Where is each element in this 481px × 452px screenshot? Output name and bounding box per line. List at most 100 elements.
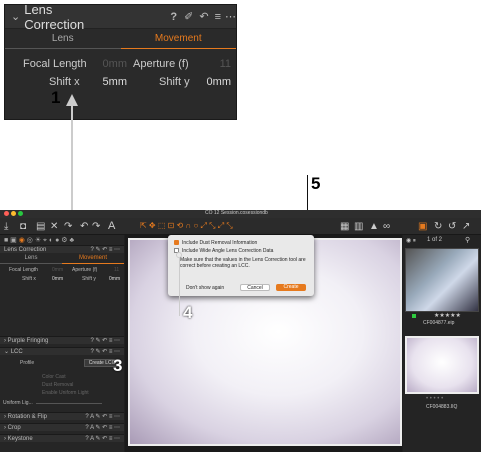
proof-icon[interactable]: ∞ — [383, 221, 390, 232]
zoom-window-icon[interactable] — [18, 211, 23, 216]
panel-title: Lens Correction — [24, 1, 85, 32]
crop-section[interactable]: › Crop? A ✎ ↶ ≡ ⋯ — [0, 423, 124, 431]
uniform-light-slider[interactable] — [36, 403, 102, 404]
cancel-button[interactable]: Cancel — [240, 284, 270, 291]
thumbnail-1-name: CF004877.eip — [423, 320, 455, 326]
lens-correction-section[interactable]: Lens Correction ? ✎ ↶ ≡ ⋯ — [0, 245, 124, 253]
shift-x-value[interactable]: 5mm — [97, 76, 127, 88]
dust-removal-checkbox[interactable]: Dust Removal — [42, 382, 73, 388]
process-icon[interactable]: ▣ — [418, 221, 427, 232]
redo-icon[interactable]: ↷ — [92, 221, 100, 232]
lens-correction-title: Lens Correction — [4, 247, 47, 253]
rotation-flip-section[interactable]: › Rotation & Flip? A ✎ ↶ ≡ ⋯ — [0, 412, 124, 420]
import-icon[interactable]: ⤓ — [4, 221, 8, 232]
chevron-down-icon[interactable]: ⌄ — [11, 10, 20, 23]
thumbnail-2-name: CF004883.IIQ — [426, 404, 458, 410]
wide-angle-option: Include Wide Angle Lens Correction Data — [182, 248, 274, 254]
lcc-tab-row: Lens Movement — [0, 255, 124, 264]
uniform-light-checkbox[interactable]: Enable Uniform Light — [42, 390, 89, 396]
profile-label: Profile — [20, 360, 35, 366]
minimize-window-icon[interactable] — [11, 211, 16, 216]
create-lcc-dialog: Include Dust Removal Information Include… — [168, 235, 314, 296]
main-toolbar: ⤓ ◘ ▤ ✕ ↷ ↶ ↷ A ⇱ ✥ ⬚ ⊡ ⟲ ∩ ○ ⤢ ⤡ ⤢ ⤡ ▦ … — [0, 218, 481, 235]
focal-length-value[interactable]: 0mm — [97, 58, 127, 70]
histogram-icon[interactable]: ▥ — [354, 221, 363, 232]
focal-length-label-small: Focal Length — [9, 267, 38, 273]
thumbnail-2[interactable] — [405, 336, 479, 394]
window-title: CO 12 Session.cosessiondb — [205, 210, 268, 216]
section-tools-icon[interactable]: ? A ✎ ↶ ≡ ⋯ — [85, 435, 120, 443]
tool-panel: ■ ▣ ◉ ◎ ☀ ⌖ ◐ ● ⚙ ♣ Lens Correction ? ✎ ↶… — [0, 235, 124, 452]
callout-4: 4 — [183, 303, 193, 322]
lens-correction-header[interactable]: ⌄ Lens Correction ? ✐ ↶ ≡ ⋯ — [5, 1, 236, 32]
shift-y-value[interactable]: 0mm — [205, 76, 231, 88]
thumbnail-1[interactable] — [405, 248, 479, 312]
section-tools-icon[interactable]: ? ✎ ↶ ≡ ⋯ — [90, 348, 120, 356]
section-tools-icon[interactable]: ? A ✎ ↶ ≡ ⋯ — [85, 424, 120, 432]
thumbnail-1-rating[interactable]: ★★★★★ — [434, 312, 461, 319]
tool-tabs-icons[interactable]: ■ ▣ ◉ ◎ ☀ ⌖ ◐ ● ⚙ ♣ — [4, 236, 74, 245]
callout-3: 3 — [113, 356, 123, 375]
callout-5: 5 — [311, 174, 321, 193]
cursor-tools-icon[interactable]: ⇱ ✥ ⬚ ⊡ ⟲ ∩ ○ ⤢ ⤡ ⤢ ⤡ — [140, 221, 233, 231]
callout-4-line — [179, 258, 180, 316]
close-window-icon[interactable] — [4, 211, 9, 216]
menu-icon[interactable]: ≡ — [215, 11, 221, 23]
dont-show-again[interactable]: Don't show again — [186, 285, 224, 291]
undo-icon[interactable]: ↶ — [80, 221, 88, 232]
uniform-light-label: Uniform Lig... — [3, 400, 33, 406]
aperture-value[interactable]: 11 — [205, 58, 231, 70]
shift-x-label-small: Shift x — [22, 276, 36, 282]
focal-length-value-small[interactable]: 0mm — [52, 267, 63, 273]
adjust-icon[interactable]: ↺ — [448, 221, 456, 232]
section-tools-icon[interactable]: ? ✎ ↶ ≡ ⋯ — [90, 337, 120, 345]
help-icon[interactable]: ? — [170, 11, 177, 23]
section-tools-icon[interactable]: ? ✎ ↶ ≡ ⋯ — [90, 246, 120, 254]
shift-x-label: Shift x — [49, 76, 80, 88]
warning-icon[interactable]: ▲ — [369, 221, 379, 232]
lcc-section[interactable]: ⌄ LCC? ✎ ↶ ≡ ⋯ — [0, 347, 124, 355]
export-icon[interactable]: ↗ — [462, 221, 470, 232]
title-bar: CO 12 Session.cosessiondb — [0, 210, 481, 218]
purple-fringing-title: Purple Fringing — [7, 338, 49, 344]
color-cast-checkbox[interactable]: Color Cast — [42, 374, 66, 380]
library-icon[interactable]: ▤ — [36, 221, 45, 232]
tab-lens[interactable]: Lens — [5, 33, 121, 49]
shift-y-value-small[interactable]: 0mm — [109, 276, 120, 282]
search-icon[interactable]: ⚲ — [465, 236, 470, 244]
eye-icon[interactable]: ◉ ⏸ — [406, 237, 416, 245]
delete-icon[interactable]: ✕ — [50, 221, 58, 232]
tab-lens-small[interactable]: Lens — [0, 255, 62, 264]
purple-fringing-section[interactable]: › Purple Fringing? ✎ ↶ ≡ ⋯ — [0, 336, 124, 344]
thumbnail-2-rating[interactable]: • • • • • — [426, 396, 443, 402]
dust-removal-option: Include Dust Removal Information — [182, 240, 258, 246]
text-tool-icon[interactable]: A — [108, 220, 115, 232]
aperture-label: Aperture (f) — [133, 58, 189, 70]
reset-icon[interactable]: ↶ — [199, 10, 208, 23]
keystone-section[interactable]: › Keystone? A ✎ ↶ ≡ ⋯ — [0, 434, 124, 442]
dialog-note: Make sure that the values in the Lens Co… — [180, 257, 306, 269]
aperture-label-small: Aperture (f) — [72, 267, 98, 273]
picker-icon[interactable]: ✐ — [184, 10, 193, 23]
focal-length-label: Focal Length — [23, 58, 87, 70]
tab-movement[interactable]: Movement — [120, 33, 236, 49]
shift-x-value-small[interactable]: 0mm — [52, 276, 63, 282]
aperture-value-small[interactable]: 11 — [114, 267, 119, 273]
camera-icon[interactable]: ◘ — [20, 221, 26, 232]
rotation-flip-title: Rotation & Flip — [7, 414, 48, 420]
dust-removal-checkbox-checked[interactable] — [174, 240, 179, 245]
keystone-title: Keystone — [7, 436, 33, 442]
lcc-title: LCC — [10, 349, 23, 355]
more-icon[interactable]: ⋯ — [225, 10, 236, 23]
redo-disabled-icon[interactable]: ↷ — [64, 221, 72, 232]
grid-icon[interactable]: ▦ — [340, 221, 349, 232]
tab-row: Lens Movement — [5, 33, 236, 49]
tab-movement-small[interactable]: Movement — [62, 255, 124, 264]
green-tag — [412, 314, 416, 318]
crop-title: Crop — [7, 425, 21, 431]
section-tools-icon[interactable]: ? A ✎ ↶ ≡ ⋯ — [85, 413, 120, 421]
shift-y-label: Shift y — [159, 76, 190, 88]
lens-correction-zoom-panel: ⌄ Lens Correction ? ✐ ↶ ≡ ⋯ Lens Movemen… — [4, 1, 237, 120]
create-button[interactable]: Create — [276, 284, 306, 291]
sync-icon[interactable]: ↻ — [434, 221, 442, 232]
